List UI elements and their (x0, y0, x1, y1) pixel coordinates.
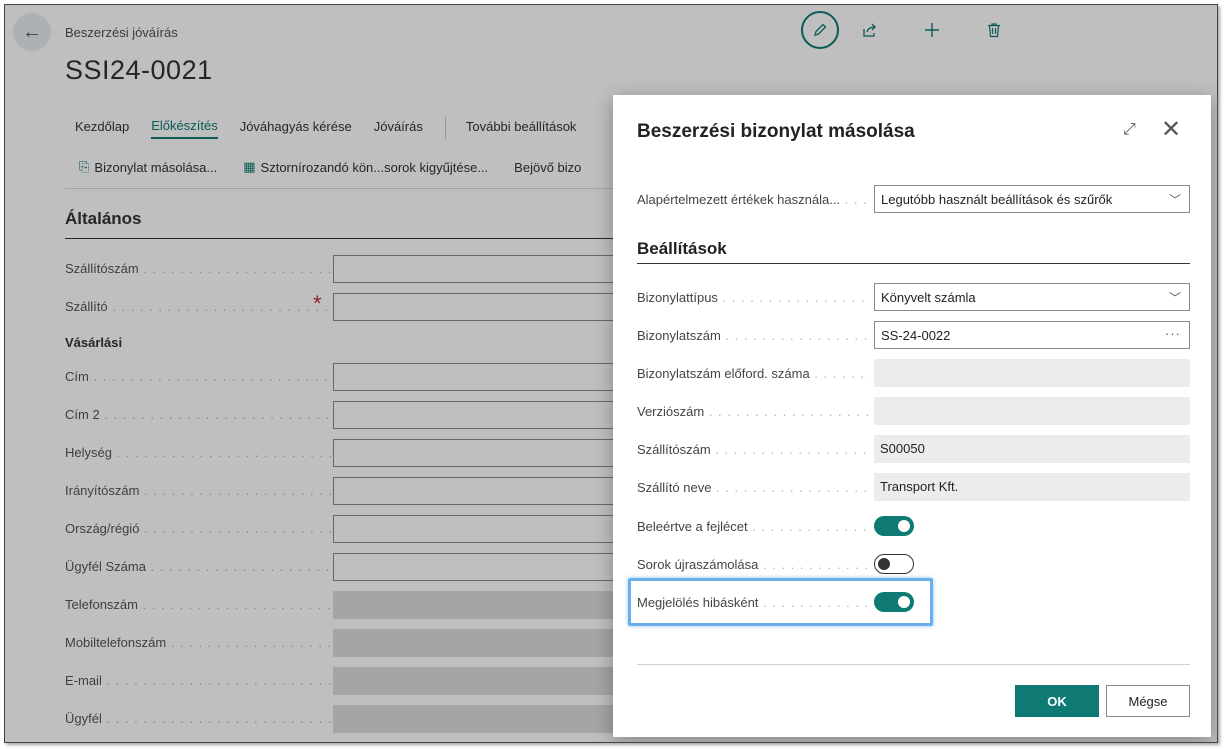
doc-type-select[interactable]: Könyvelt számla ﹀ (874, 283, 1190, 311)
mark-error-toggle[interactable] (874, 592, 914, 612)
recalc-lines-toggle[interactable] (874, 554, 914, 574)
doc-occurrence-row: Bizonylatszám előford. száma (637, 359, 1190, 387)
ok-button[interactable]: OK (1015, 685, 1099, 717)
version-row: Verziószám (637, 397, 1190, 425)
version-label: Verziószám (637, 404, 871, 419)
cancel-button[interactable]: Mégse (1106, 685, 1190, 717)
include-header-row: Beleértve a fejlécet (637, 512, 1190, 540)
recalc-lines-row: Sorok újraszámolása (637, 550, 1190, 578)
vendor-name-label: Szállító neve (637, 480, 871, 495)
window-frame: ← Beszerzési jóváírás SSI24-0021 Kezdőla… (4, 4, 1218, 743)
chevron-down-icon: ﹀ (1168, 193, 1181, 207)
doc-occurrence-label: Bizonylatszám előford. száma (637, 366, 871, 381)
defaults-value: Legutóbb használt beállítások és szűrők (881, 192, 1113, 207)
doc-occurrence-field (874, 359, 1190, 387)
copy-document-dialog: Beszerzési bizonylat másolása ⤢ ✕ Alapér… (613, 95, 1211, 737)
defaults-label: Alapértelmezett értékek használa... (637, 192, 871, 207)
include-header-toggle[interactable] (874, 516, 914, 536)
mark-error-row: Megjelölés hibásként (637, 588, 1190, 616)
mark-error-label: Megjelölés hibásként (637, 595, 871, 610)
doc-type-value: Könyvelt számla (881, 290, 976, 305)
doc-no-value: SS-24-0022 (881, 328, 951, 343)
section-underline (637, 263, 1190, 264)
vendor-name-field: Transport Kft. (874, 473, 1190, 501)
doc-no-row: Bizonylatszám SS-24-0022 ··· (637, 321, 1190, 349)
recalc-lines-label: Sorok újraszámolása (637, 557, 871, 572)
dialog-vendor-no-value: S00050 (880, 441, 925, 456)
doc-type-row: Bizonylattípus Könyvelt számla ﹀ (637, 283, 1190, 311)
doc-no-label: Bizonylatszám (637, 328, 871, 343)
chevron-down-icon: ﹀ (1168, 291, 1181, 305)
include-header-label: Beleértve a fejlécet (637, 519, 871, 534)
vendor-name-row: Szállító neve Transport Kft. (637, 473, 1190, 501)
dialog-vendor-no-field: S00050 (874, 435, 1190, 463)
lookup-ellipsis-icon[interactable]: ··· (1165, 326, 1181, 341)
version-field (874, 397, 1190, 425)
dialog-vendor-no-label: Szállítószám (637, 442, 871, 457)
vendor-name-value: Transport Kft. (880, 479, 959, 494)
settings-section-heading: Beállítások (637, 239, 727, 258)
dialog-title: Beszerzési bizonylat másolása (637, 121, 915, 142)
footer-divider (637, 664, 1190, 665)
doc-no-input[interactable]: SS-24-0022 ··· (874, 321, 1190, 349)
expand-icon[interactable]: ⤢ (1123, 121, 1136, 139)
dialog-vendor-no-row: Szállítószám S00050 (637, 435, 1190, 463)
defaults-select[interactable]: Legutóbb használt beállítások és szűrők … (874, 185, 1190, 213)
defaults-row: Alapértelmezett értékek használa... Legu… (637, 185, 1190, 213)
doc-type-label: Bizonylattípus (637, 290, 871, 305)
close-icon[interactable]: ✕ (1161, 115, 1181, 144)
